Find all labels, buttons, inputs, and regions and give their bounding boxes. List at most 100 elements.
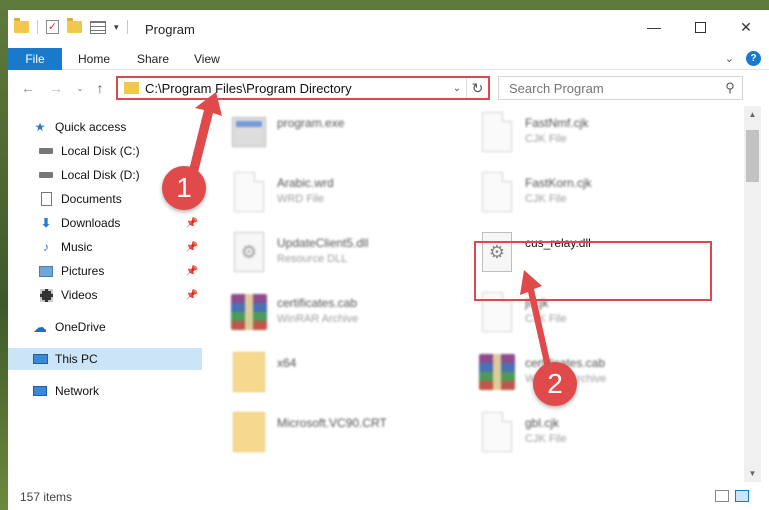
file-item[interactable]: certificates.cab WinRAR Archive bbox=[229, 286, 469, 340]
sidebar-item-network[interactable]: Network bbox=[8, 380, 202, 402]
help-icon[interactable]: ? bbox=[746, 51, 761, 66]
file-type: WinRAR Archive bbox=[277, 313, 359, 325]
refresh-button[interactable]: ↻ bbox=[466, 78, 488, 98]
explorer-window: ✓ ▾ Program — ✕ File Home Share View ⌄ ?… bbox=[8, 10, 769, 510]
folder-icon bbox=[229, 412, 269, 454]
sidebar-item-pictures[interactable]: Pictures 📌 bbox=[8, 260, 202, 282]
sidebar-item-music[interactable]: ♪ Music 📌 bbox=[8, 236, 202, 258]
pin-icon[interactable]: 📌 bbox=[186, 218, 198, 229]
file-item[interactable]: certificates.cab WinRAR Archive bbox=[477, 346, 717, 400]
sidebar-item-label: Music bbox=[61, 240, 93, 254]
scroll-up-icon[interactable]: ▲ bbox=[744, 106, 761, 123]
scroll-down-icon[interactable]: ▼ bbox=[744, 465, 761, 482]
pin-icon[interactable]: 📌 bbox=[186, 266, 198, 277]
title-bar: ✓ ▾ Program — ✕ bbox=[8, 10, 769, 48]
sidebar-item-label: Local Disk (C:) bbox=[61, 144, 140, 158]
sidebar-item-onedrive[interactable]: ☁ OneDrive bbox=[8, 316, 202, 338]
expand-ribbon-icon[interactable]: ⌄ bbox=[725, 52, 734, 65]
cloud-icon: ☁ bbox=[33, 318, 47, 335]
file-type: CJK File bbox=[525, 433, 567, 445]
recent-dropdown-button[interactable]: ⌄ bbox=[70, 78, 90, 98]
file-type: CJK File bbox=[525, 193, 567, 205]
file-highlight-box bbox=[474, 241, 712, 301]
refresh-icon: ↻ bbox=[471, 80, 484, 96]
minimize-button[interactable]: — bbox=[631, 10, 677, 44]
address-dropdown-icon[interactable]: ⌄ bbox=[448, 83, 466, 94]
file-item[interactable]: Arabic.wrd WRD File bbox=[229, 166, 469, 220]
up-button[interactable]: ↑ bbox=[90, 78, 110, 98]
file-item[interactable]: FastKorn.cjk CJK File bbox=[477, 166, 717, 220]
file-name: gbl.cjk bbox=[525, 416, 560, 430]
file-type: CJK File bbox=[525, 133, 567, 145]
sidebar-item-label: Documents bbox=[61, 192, 122, 206]
window-controls: — ✕ bbox=[631, 10, 769, 44]
computer-icon bbox=[32, 352, 48, 366]
new-folder-icon[interactable] bbox=[67, 18, 82, 33]
item-count: 157 items bbox=[20, 490, 73, 504]
maximize-button[interactable] bbox=[677, 10, 723, 44]
maximize-icon bbox=[694, 21, 706, 33]
star-icon: ★ bbox=[34, 120, 46, 134]
file-item[interactable]: FastNmf.cjk CJK File bbox=[477, 106, 717, 160]
document-icon bbox=[477, 172, 517, 214]
view-toggles bbox=[715, 490, 749, 502]
videos-icon bbox=[38, 288, 54, 302]
customize-dropdown-icon[interactable]: ▾ bbox=[114, 22, 119, 33]
back-arrow-icon: ← bbox=[21, 80, 35, 96]
vertical-scrollbar[interactable]: ▲ ▼ bbox=[744, 106, 761, 482]
winrar-archive-icon bbox=[477, 352, 517, 394]
file-item[interactable]: x64 bbox=[229, 346, 469, 400]
search-box[interactable]: ⚲ bbox=[498, 76, 743, 100]
drive-icon bbox=[38, 168, 54, 182]
application-icon bbox=[229, 112, 269, 154]
file-item[interactable]: ⚙ UpdateClient5.dll Resource DLL bbox=[229, 226, 469, 280]
file-name: x64 bbox=[277, 356, 297, 370]
sidebar-item-label: Downloads bbox=[61, 216, 121, 230]
tab-home[interactable]: Home bbox=[78, 48, 110, 70]
document-icon bbox=[229, 172, 269, 214]
file-item[interactable]: program.exe bbox=[229, 106, 469, 160]
file-type: Resource DLL bbox=[277, 253, 348, 265]
close-button[interactable]: ✕ bbox=[723, 10, 769, 44]
step-badge-1: 1 bbox=[162, 166, 206, 210]
folder-icon bbox=[14, 18, 29, 33]
details-view-icon[interactable] bbox=[715, 490, 729, 502]
address-bar[interactable]: C:\Program Files\Program Directory ⌄ ↻ bbox=[116, 76, 490, 100]
sidebar-item-this-pc[interactable]: This PC bbox=[8, 348, 202, 370]
sidebar-item-local-disk-c[interactable]: Local Disk (C:) bbox=[8, 140, 202, 162]
address-path[interactable]: C:\Program Files\Program Directory bbox=[145, 81, 448, 96]
network-icon bbox=[32, 384, 48, 398]
search-icon[interactable]: ⚲ bbox=[718, 80, 742, 96]
sidebar-item-label: This PC bbox=[55, 352, 98, 366]
forward-button[interactable]: → bbox=[46, 78, 66, 98]
sidebar-item-label: Local Disk (D:) bbox=[61, 168, 140, 182]
back-button[interactable]: ← bbox=[18, 78, 38, 98]
tab-share[interactable]: Share bbox=[137, 48, 169, 70]
search-input[interactable] bbox=[509, 80, 718, 96]
tab-file[interactable]: File bbox=[8, 48, 62, 70]
sidebar-item-downloads[interactable]: ⬇ Downloads 📌 bbox=[8, 212, 202, 234]
pin-icon[interactable]: 📌 bbox=[186, 242, 198, 253]
sidebar-item-videos[interactable]: Videos 📌 bbox=[8, 284, 202, 306]
file-name: UpdateClient5.dll bbox=[277, 236, 369, 250]
window-title: Program bbox=[145, 22, 195, 37]
file-name: FastKorn.cjk bbox=[525, 176, 592, 190]
navigation-bar: ← → ⌄ ↑ C:\Program Files\Program Directo… bbox=[8, 76, 769, 102]
pictures-icon bbox=[38, 264, 54, 278]
folder-icon bbox=[229, 352, 269, 394]
dll-gear-icon: ⚙ bbox=[229, 232, 269, 274]
document-icon bbox=[477, 412, 517, 454]
file-type: CJK File bbox=[525, 313, 567, 325]
file-name: Microsoft.VC90.CRT bbox=[277, 416, 387, 430]
scroll-thumb[interactable] bbox=[746, 130, 759, 182]
sidebar-item-quick-access[interactable]: ★ Quick access bbox=[8, 116, 202, 138]
tab-view[interactable]: View bbox=[194, 48, 220, 70]
properties-check-icon[interactable]: ✓ bbox=[46, 20, 59, 34]
sidebar-item-label: Quick access bbox=[55, 120, 127, 134]
large-icons-view-icon[interactable] bbox=[735, 490, 749, 502]
properties-icon[interactable] bbox=[90, 20, 106, 34]
file-item[interactable]: gbl.cjk CJK File bbox=[477, 406, 717, 460]
winrar-archive-icon bbox=[229, 292, 269, 334]
file-item[interactable]: Microsoft.VC90.CRT bbox=[229, 406, 469, 460]
pin-icon[interactable]: 📌 bbox=[186, 290, 198, 301]
